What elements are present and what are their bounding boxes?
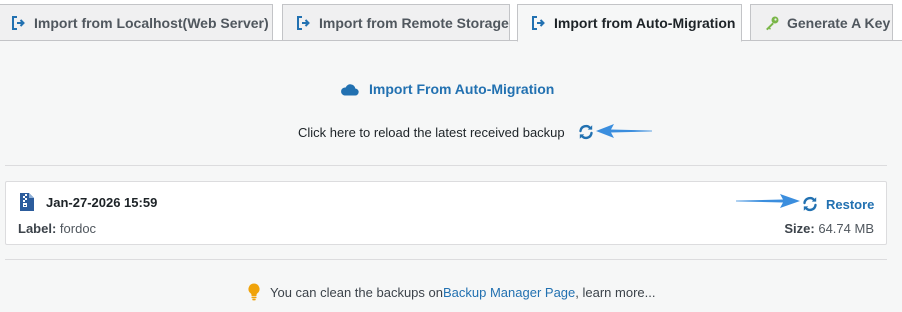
tab-generate-key[interactable]: Generate A Key [750, 4, 893, 41]
backup-item: Jan-27-2026 15:59 Label: fordoc Restore … [5, 181, 887, 245]
auto-migration-panel: Import From Auto-Migration Click here to… [0, 41, 902, 312]
tab-label: Import from Localhost(Web Server) [34, 14, 269, 31]
divider [5, 259, 887, 260]
import-icon [532, 16, 545, 30]
import-icon [12, 15, 25, 30]
zip-file-icon [20, 193, 34, 211]
note-text: You can clean the backups on [270, 284, 443, 300]
backup-size: Size: 64.74 MB [784, 221, 874, 236]
restore-icon [803, 196, 817, 212]
panel-heading: Import From Auto-Migration [340, 81, 554, 97]
tab-label: Import from Auto-Migration [554, 15, 736, 31]
tab-bar: Import from Localhost(Web Server) Import… [0, 0, 902, 42]
cloud-icon [341, 84, 359, 96]
tab-import-remote-storage[interactable]: Import from Remote Storage [282, 4, 510, 41]
panel-heading-text: Import From Auto-Migration [369, 81, 555, 97]
tab-label: Generate A Key [787, 14, 891, 31]
reload-icon[interactable] [577, 123, 595, 141]
restore-label: Restore [826, 196, 875, 212]
backup-label: Label: fordoc [18, 221, 96, 236]
import-icon [297, 15, 310, 30]
tab-import-auto-migration[interactable]: Import from Auto-Migration [517, 4, 742, 42]
note-learn-more: , learn more... [575, 284, 656, 300]
divider [5, 165, 887, 166]
backup-label-value: fordoc [59, 221, 97, 236]
backup-size-value: 64.74 MB [818, 221, 874, 236]
reload-text: Click here to reload the latest received… [298, 124, 565, 140]
pointer-arrow-icon [596, 124, 652, 138]
tab-label: Import from Remote Storage [319, 14, 509, 31]
backup-label-key: Label: [18, 221, 57, 236]
cleanup-note: You can clean the backups on Backup Mana… [248, 283, 655, 301]
lightbulb-icon [248, 283, 260, 301]
reload-row: Click here to reload the latest received… [298, 123, 595, 141]
backup-date: Jan-27-2026 15:59 [46, 195, 158, 210]
tab-import-localhost[interactable]: Import from Localhost(Web Server) [0, 4, 273, 41]
restore-button[interactable]: Restore [801, 195, 874, 213]
backup-size-key: Size: [784, 221, 815, 236]
key-icon [766, 16, 779, 30]
pointer-arrow-icon [736, 194, 800, 208]
backup-manager-link[interactable]: Backup Manager Page [443, 285, 575, 300]
